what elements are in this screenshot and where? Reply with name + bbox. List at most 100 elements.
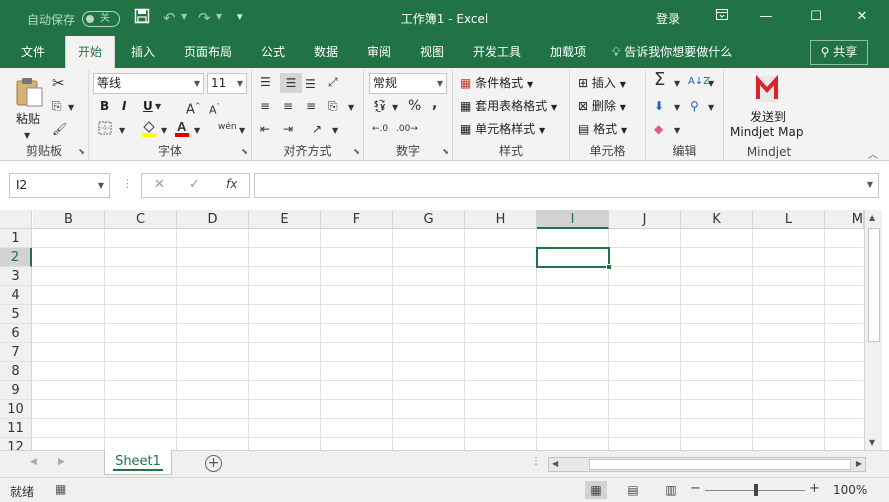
- copy-icon[interactable]: ⎘: [52, 98, 62, 114]
- autosave-toggle[interactable]: 关: [82, 11, 120, 27]
- phonetic-dropdown-icon[interactable]: ▼: [239, 123, 245, 139]
- comma-style-icon[interactable]: ,: [432, 96, 437, 112]
- row-header-10[interactable]: 10: [0, 400, 32, 419]
- scroll-left-icon[interactable]: ◀: [552, 459, 558, 468]
- sheet-tab-sheet1[interactable]: Sheet1: [104, 450, 172, 475]
- ribbon-display-options-icon[interactable]: [708, 5, 736, 29]
- paste-button[interactable]: 粘贴: [16, 110, 40, 128]
- zoom-in-icon[interactable]: +: [809, 481, 820, 496]
- name-box[interactable]: I2 ▼: [9, 173, 110, 198]
- percent-style-icon[interactable]: %: [408, 98, 421, 114]
- row-header-6[interactable]: 6: [0, 324, 32, 343]
- column-header-j[interactable]: J: [609, 210, 681, 229]
- increase-font-size-icon[interactable]: A^: [186, 98, 201, 118]
- undo-dropdown-icon[interactable]: ▼: [181, 12, 187, 21]
- tab-data[interactable]: 数据: [306, 36, 346, 68]
- cell-area[interactable]: [33, 229, 863, 450]
- clear-dropdown-icon[interactable]: ▼: [674, 123, 680, 139]
- font-size-combo[interactable]: 11 ▼: [207, 73, 247, 94]
- send-to-mindjet-line2[interactable]: Mindjet Map: [730, 123, 803, 141]
- row-header-12[interactable]: 12: [0, 438, 32, 450]
- fill-icon[interactable]: ⬇: [654, 98, 664, 114]
- tab-insert[interactable]: 插入: [122, 36, 164, 68]
- decrease-indent-icon[interactable]: ⇤: [260, 121, 270, 137]
- row-header-1[interactable]: 1: [0, 229, 32, 248]
- format-cells-button[interactable]: ▤ 格式 ▼: [578, 120, 627, 140]
- align-top-icon[interactable]: ☰: [260, 74, 271, 90]
- borders-dropdown-icon[interactable]: ▼: [119, 123, 125, 139]
- tab-developer[interactable]: 开发工具: [465, 36, 529, 68]
- increase-decimal-icon[interactable]: ←.0: [372, 121, 388, 137]
- underline-dropdown-icon[interactable]: ▼: [155, 99, 161, 115]
- format-painter-icon[interactable]: 🖌︎: [52, 121, 67, 137]
- accounting-format-icon[interactable]: 💱︎: [372, 98, 387, 114]
- worksheet-grid[interactable]: B C D E F G H I J K L M 1 2 3 4 5 6 7 8 …: [0, 210, 889, 450]
- vertical-scrollbar[interactable]: ▲ ▼: [864, 210, 882, 450]
- normal-view-icon[interactable]: ▦: [585, 481, 607, 499]
- alignment-launcher-icon[interactable]: ⬊: [353, 147, 360, 156]
- align-middle-icon[interactable]: ☰: [280, 73, 302, 93]
- text-direction-dropdown-icon[interactable]: ▼: [332, 123, 338, 139]
- zoom-level[interactable]: 100%: [833, 483, 867, 497]
- close-icon[interactable]: ✕: [848, 5, 876, 29]
- align-center-icon[interactable]: ≡: [283, 98, 293, 114]
- column-header-l[interactable]: L: [753, 210, 825, 229]
- tab-formulas[interactable]: 公式: [253, 36, 293, 68]
- align-left-icon[interactable]: ≡: [260, 98, 270, 114]
- column-header-h[interactable]: H: [465, 210, 537, 229]
- number-format-combo[interactable]: 常规 ▼: [369, 73, 447, 94]
- merge-dropdown-icon[interactable]: ▼: [348, 100, 354, 116]
- scroll-down-icon[interactable]: ▼: [869, 438, 875, 447]
- share-button[interactable]: ⚲ 共享: [810, 40, 868, 65]
- font-color-dropdown-icon[interactable]: ▼: [194, 123, 200, 139]
- redo-dropdown-icon[interactable]: ▼: [216, 12, 222, 21]
- formula-bar-splitter-icon[interactable]: ⋮: [122, 177, 133, 190]
- row-header-9[interactable]: 9: [0, 381, 32, 400]
- collapse-ribbon-icon[interactable]: ︿: [868, 146, 878, 161]
- horizontal-scroll-thumb[interactable]: [589, 459, 851, 470]
- orientation-icon[interactable]: ⤢: [328, 74, 338, 90]
- insert-cells-button[interactable]: ⊞ 插入 ▼: [578, 74, 626, 94]
- clipboard-launcher-icon[interactable]: ⬊: [78, 147, 85, 156]
- row-header-11[interactable]: 11: [0, 419, 32, 438]
- sort-filter-dropdown-icon[interactable]: ▼: [708, 76, 714, 92]
- autosum-icon[interactable]: Σ: [654, 71, 665, 89]
- tell-me-search[interactable]: 💡︎ 告诉我你想要做什么: [612, 36, 732, 68]
- paste-icon[interactable]: [14, 76, 44, 112]
- row-header-4[interactable]: 4: [0, 286, 32, 305]
- active-cell-i2[interactable]: [536, 247, 612, 270]
- row-header-2[interactable]: 2: [0, 248, 32, 267]
- column-header-f[interactable]: F: [321, 210, 393, 229]
- formula-input[interactable]: ▼: [254, 173, 879, 198]
- cell-styles-button[interactable]: ▦ 单元格样式 ▼: [460, 120, 545, 140]
- fill-dropdown-icon[interactable]: ▼: [674, 100, 680, 116]
- page-layout-view-icon[interactable]: ▤: [622, 481, 644, 499]
- zoom-out-icon[interactable]: −: [690, 481, 701, 496]
- find-select-icon[interactable]: ⚲: [690, 98, 699, 114]
- fill-color-dropdown-icon[interactable]: ▼: [161, 123, 167, 139]
- maximize-icon[interactable]: ☐: [802, 5, 830, 29]
- number-launcher-icon[interactable]: ⬊: [442, 147, 449, 156]
- column-header-e[interactable]: E: [249, 210, 321, 229]
- row-header-8[interactable]: 8: [0, 362, 32, 381]
- page-break-preview-icon[interactable]: ▥: [660, 481, 682, 499]
- phonetic-guide-icon[interactable]: wén: [218, 119, 237, 135]
- cancel-entry-icon[interactable]: ✕: [154, 177, 165, 192]
- decrease-font-size-icon[interactable]: Aˇ: [209, 99, 220, 119]
- row-header-7[interactable]: 7: [0, 343, 32, 362]
- login-link[interactable]: 登录: [656, 10, 680, 27]
- align-bottom-icon[interactable]: ☰: [305, 76, 316, 92]
- minimize-icon[interactable]: —: [752, 5, 780, 29]
- accounting-dropdown-icon[interactable]: ▼: [392, 100, 398, 116]
- scroll-right-icon[interactable]: ▶: [856, 459, 862, 468]
- tab-home[interactable]: 开始: [65, 36, 115, 68]
- increase-indent-icon[interactable]: ⇥: [283, 121, 293, 137]
- next-sheet-icon[interactable]: ▶: [58, 457, 65, 467]
- column-header-d[interactable]: D: [177, 210, 249, 229]
- font-name-combo[interactable]: 等线 ▼: [93, 73, 204, 94]
- undo-icon[interactable]: ↶: [163, 9, 176, 27]
- sort-filter-icon[interactable]: A↓Z: [688, 74, 710, 90]
- delete-cells-button[interactable]: ⊠ 删除 ▼: [578, 97, 626, 117]
- fill-color-icon[interactable]: [141, 119, 157, 141]
- font-launcher-icon[interactable]: ⬊: [241, 147, 248, 156]
